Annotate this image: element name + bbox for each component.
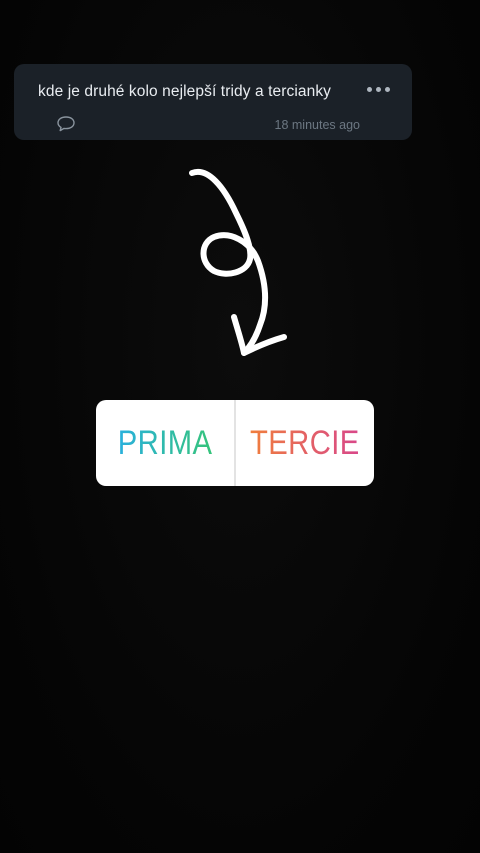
poll-option-label: PRIMA (117, 423, 213, 462)
poll-sticker: PRIMA TERCIE (96, 400, 374, 486)
hand-drawn-arrow-icon (189, 168, 287, 356)
poll-option-label: TERCIE (250, 423, 360, 462)
question-text: kde je druhé kolo nejlepší tridy a terci… (38, 83, 332, 100)
poll-option-tercie[interactable]: TERCIE (236, 400, 374, 486)
poll-option-prima[interactable]: PRIMA (96, 400, 234, 486)
speech-bubble-icon[interactable] (56, 115, 76, 138)
ellipsis-icon[interactable] (367, 87, 390, 92)
story-screen: kde je druhé kolo nejlepší tridy a terci… (0, 0, 480, 853)
question-card: kde je druhé kolo nejlepší tridy a terci… (14, 64, 412, 140)
comment-timestamp: 18 minutes ago (274, 118, 360, 132)
